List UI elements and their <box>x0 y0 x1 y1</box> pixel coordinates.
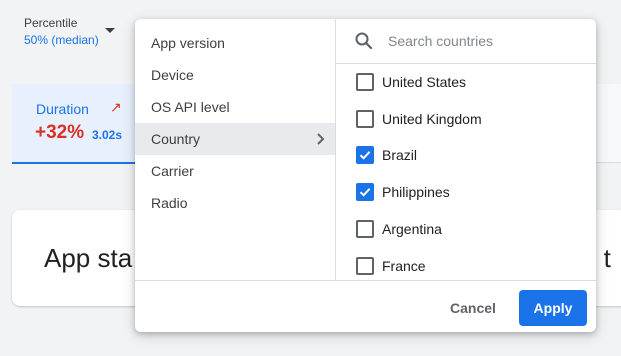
menu-item-country[interactable]: Country <box>135 123 335 155</box>
caret-down-icon <box>105 28 115 33</box>
checkbox-unchecked[interactable] <box>356 110 374 128</box>
country-checkbox-list: United States United Kingdom Brazil Phil… <box>336 64 596 280</box>
country-option[interactable]: United States <box>336 64 596 100</box>
menu-item-device[interactable]: Device <box>135 59 335 91</box>
country-search-input[interactable] <box>388 30 578 52</box>
country-name: United States <box>382 74 467 90</box>
percentile-value: 50% (median) <box>24 33 99 47</box>
checkbox-checked[interactable] <box>356 183 374 201</box>
menu-item-label: Country <box>151 131 201 147</box>
country-option[interactable]: France <box>336 248 596 280</box>
menu-item-label: OS API level <box>151 99 230 115</box>
menu-item-app-version[interactable]: App version <box>135 27 335 59</box>
menu-item-label: App version <box>151 35 225 51</box>
percentile-label: Percentile <box>24 16 78 30</box>
country-name: Philippines <box>382 184 450 200</box>
country-option[interactable]: Argentina <box>336 211 596 247</box>
search-icon <box>354 31 374 56</box>
country-option[interactable]: Philippines <box>336 174 596 210</box>
country-search <box>336 19 596 64</box>
metric-card-partial[interactable] <box>596 84 621 163</box>
metric-value: 3.02s <box>92 128 123 142</box>
cancel-button[interactable]: Cancel <box>439 290 507 326</box>
percentile-selector[interactable]: Percentile 50% (median) <box>24 16 115 47</box>
country-name: United Kingdom <box>382 111 482 127</box>
filter-dropdown-panel: App version Device OS API level Country … <box>135 19 596 332</box>
country-option[interactable]: Brazil <box>336 137 596 173</box>
country-option[interactable]: United Kingdom <box>336 101 596 137</box>
metric-delta: +32% <box>35 122 85 143</box>
apply-button[interactable]: Apply <box>519 290 587 326</box>
card-heading-left: App sta <box>44 243 133 273</box>
menu-item-label: Carrier <box>151 163 194 179</box>
country-name: Brazil <box>382 147 418 163</box>
checkbox-unchecked[interactable] <box>356 257 374 275</box>
country-name: Argentina <box>382 221 442 237</box>
chevron-right-icon <box>315 123 325 155</box>
checkbox-unchecked[interactable] <box>356 220 374 238</box>
duration-metric-card[interactable]: Duration ↗ +32% 3.02s <box>12 84 136 164</box>
menu-item-carrier[interactable]: Carrier <box>135 155 335 187</box>
metric-title: Duration <box>36 101 89 117</box>
menu-item-radio[interactable]: Radio <box>135 187 335 219</box>
trend-up-arrow-icon: ↗ <box>110 99 122 115</box>
checkbox-unchecked[interactable] <box>356 73 374 91</box>
menu-item-os-api-level[interactable]: OS API level <box>135 91 335 123</box>
checkmark-icon <box>359 188 371 197</box>
menu-item-label: Radio <box>151 195 188 211</box>
checkbox-checked[interactable] <box>356 146 374 164</box>
checkmark-icon <box>359 151 371 160</box>
menu-item-label: Device <box>151 67 194 83</box>
country-name: France <box>382 258 426 274</box>
dropdown-footer: Cancel Apply <box>135 280 596 332</box>
filter-dimension-menu: App version Device OS API level Country … <box>135 19 336 280</box>
